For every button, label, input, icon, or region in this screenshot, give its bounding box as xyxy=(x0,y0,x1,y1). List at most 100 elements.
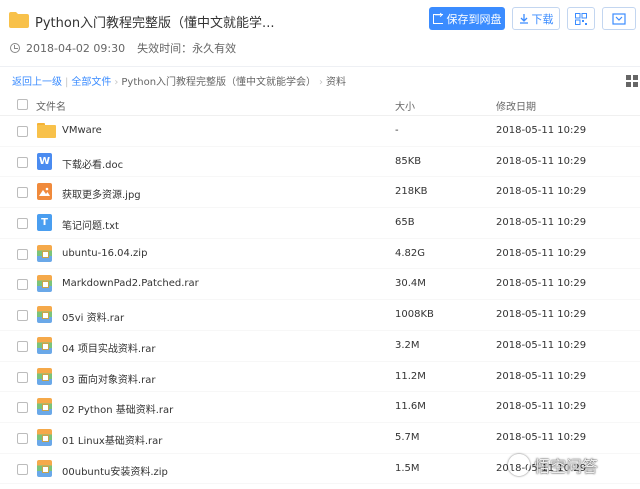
qr-code-icon xyxy=(575,12,587,25)
row-checkbox[interactable] xyxy=(17,463,28,475)
archive-icon xyxy=(37,428,52,446)
table-row[interactable]: 获取更多资源.jpg 218KB 2018-05-11 10:29 xyxy=(0,177,640,209)
folder-icon xyxy=(9,12,29,28)
breadcrumb-chevron-icon: › xyxy=(114,77,119,88)
file-name[interactable]: ubuntu-16.04.zip xyxy=(62,248,147,259)
file-size: 4.82G xyxy=(395,247,426,259)
word-doc-icon: W xyxy=(37,152,52,170)
table-row[interactable]: 05vi 资料.rar 1008KB 2018-05-11 10:29 xyxy=(0,300,640,331)
more-icon xyxy=(612,12,626,25)
file-name[interactable]: VMware xyxy=(62,125,102,136)
file-name[interactable]: 笔记问题.txt xyxy=(62,217,119,232)
folder-icon xyxy=(37,122,56,139)
archive-icon xyxy=(37,244,52,262)
file-name[interactable]: 03 面向对象资料.rar xyxy=(62,371,155,386)
archive-icon xyxy=(37,367,52,385)
file-name[interactable]: 下载必看.doc xyxy=(62,156,123,171)
column-header-name[interactable]: 文件名 xyxy=(36,98,66,113)
file-size: 65B xyxy=(395,217,415,229)
breadcrumb: 返回上一级 | 全部文件 › Python入门教程完整版（懂中文就能学会） › 资料 xyxy=(12,73,346,88)
file-name[interactable]: 01 Linux基础资料.rar xyxy=(62,432,162,447)
watermark-text: 悟空问答 xyxy=(534,457,599,476)
row-checkbox[interactable] xyxy=(17,248,28,260)
file-size: 1.5M xyxy=(395,462,420,474)
archive-icon xyxy=(37,306,52,324)
table-row[interactable]: 02 Python 基础资料.rar 11.6M 2018-05-11 10:29 xyxy=(0,392,640,423)
file-modified-time: 2018-05-11 10:29 xyxy=(496,125,587,136)
breadcrumb-all-files-link[interactable]: 全部文件 xyxy=(71,77,111,88)
share-title: Python入门教程完整版（懂中文就能学... xyxy=(35,16,275,31)
share-expiry: 失效时间：永久有效 xyxy=(137,42,237,55)
file-modified-time: 2018-05-11 10:29 xyxy=(496,155,587,167)
file-name[interactable]: MarkdownPad2.Patched.rar xyxy=(62,278,199,289)
save-to-drive-button[interactable]: 保存到网盘 xyxy=(429,7,505,30)
header-divider xyxy=(0,66,640,67)
file-modified-time: 2018-05-11 10:29 xyxy=(496,247,587,259)
file-size: 3.2M xyxy=(395,339,420,351)
breadcrumb-back-link[interactable]: 返回上一级 xyxy=(12,77,62,88)
table-row[interactable]: T 笔记问题.txt 65B 2018-05-11 10:29 xyxy=(0,208,640,239)
table-row[interactable]: 01 Linux基础资料.rar 5.7M 2018-05-11 10:29 xyxy=(0,423,640,454)
save-icon xyxy=(432,10,443,24)
row-checkbox[interactable] xyxy=(17,310,28,322)
text-file-icon: T xyxy=(37,214,52,232)
table-row[interactable]: MarkdownPad2.Patched.rar 30.4M 2018-05-11 … xyxy=(0,269,640,301)
archive-icon xyxy=(37,336,52,354)
more-button[interactable] xyxy=(602,7,636,30)
row-checkbox[interactable] xyxy=(17,218,28,230)
archive-icon xyxy=(37,275,52,293)
column-header-modified[interactable]: 修改日期 xyxy=(496,98,536,113)
row-checkbox[interactable] xyxy=(17,279,28,291)
file-size: 218KB xyxy=(395,186,428,198)
share-header: Python入门教程完整版（懂中文就能学... 2018-04-02 09:30… xyxy=(0,0,640,70)
file-size: - xyxy=(395,125,399,136)
row-checkbox[interactable] xyxy=(17,156,28,168)
file-name[interactable]: 02 Python 基础资料.rar xyxy=(62,401,173,416)
table-row[interactable]: 03 面向对象资料.rar 11.2M 2018-05-11 10:29 xyxy=(0,362,640,393)
file-modified-time: 2018-05-11 10:29 xyxy=(496,309,587,321)
file-size: 1008KB xyxy=(395,309,434,321)
save-button-label: 保存到网盘 xyxy=(446,12,502,26)
watermark: 悟空问答 xyxy=(508,453,598,477)
table-row[interactable]: VMware - 2018-05-11 10:29 xyxy=(0,116,640,147)
select-all-checkbox[interactable] xyxy=(17,99,28,110)
table-row[interactable]: W 下载必看.doc 85KB 2018-05-11 10:29 xyxy=(0,147,640,178)
download-button[interactable]: 下载 xyxy=(512,7,560,30)
row-checkbox[interactable] xyxy=(17,187,28,199)
download-button-label: 下载 xyxy=(531,12,554,26)
archive-icon xyxy=(37,398,52,416)
archive-icon xyxy=(37,459,52,477)
file-list: VMware - 2018-05-11 10:29 W 下载必看.doc 85KB 2018… xyxy=(0,116,640,485)
breadcrumb-chevron-icon: › xyxy=(319,77,324,88)
file-modified-time: 2018-05-11 10:29 xyxy=(496,339,587,351)
row-checkbox[interactable] xyxy=(17,402,28,414)
file-name[interactable]: 获取更多资源.jpg xyxy=(62,186,141,201)
row-checkbox[interactable] xyxy=(17,126,28,137)
breadcrumb-current: 资料 xyxy=(326,77,347,88)
file-name[interactable]: 00ubuntu安装资料.zip xyxy=(62,463,168,478)
file-modified-time: 2018-05-11 10:29 xyxy=(496,370,587,382)
file-name[interactable]: 04 项目实战资料.rar xyxy=(62,340,155,355)
clock-icon xyxy=(10,43,20,53)
file-name[interactable]: 05vi 资料.rar xyxy=(62,309,124,324)
download-icon xyxy=(519,13,528,24)
file-size: 11.2M xyxy=(395,370,426,382)
file-modified-time: 2018-05-11 10:29 xyxy=(496,401,587,413)
share-meta: 2018-04-02 09:30 失效时间：永久有效 xyxy=(10,40,236,56)
row-checkbox[interactable] xyxy=(17,432,28,444)
file-modified-time: 2018-05-11 10:29 xyxy=(496,217,587,229)
qr-code-button[interactable] xyxy=(567,7,595,30)
file-modified-time: 2018-05-11 10:29 xyxy=(496,278,587,290)
wukong-logo-icon xyxy=(508,454,530,476)
table-row[interactable]: ubuntu-16.04.zip 4.82G 2018-05-11 10:29 xyxy=(0,239,640,270)
breadcrumb-path-folder[interactable]: Python入门教程完整版（懂中文就能学会） xyxy=(121,77,316,88)
file-modified-time: 2018-05-11 10:29 xyxy=(496,431,587,443)
table-row[interactable]: 04 项目实战资料.rar 3.2M 2018-05-11 10:29 xyxy=(0,331,640,362)
column-header-size[interactable]: 大小 xyxy=(395,98,415,113)
file-size: 5.7M xyxy=(395,431,420,443)
row-checkbox[interactable] xyxy=(17,340,28,352)
grid-view-icon[interactable] xyxy=(626,75,638,87)
table-header: 文件名 大小 修改日期 xyxy=(0,92,640,116)
breadcrumb-separator: | xyxy=(65,77,69,88)
row-checkbox[interactable] xyxy=(17,371,28,383)
